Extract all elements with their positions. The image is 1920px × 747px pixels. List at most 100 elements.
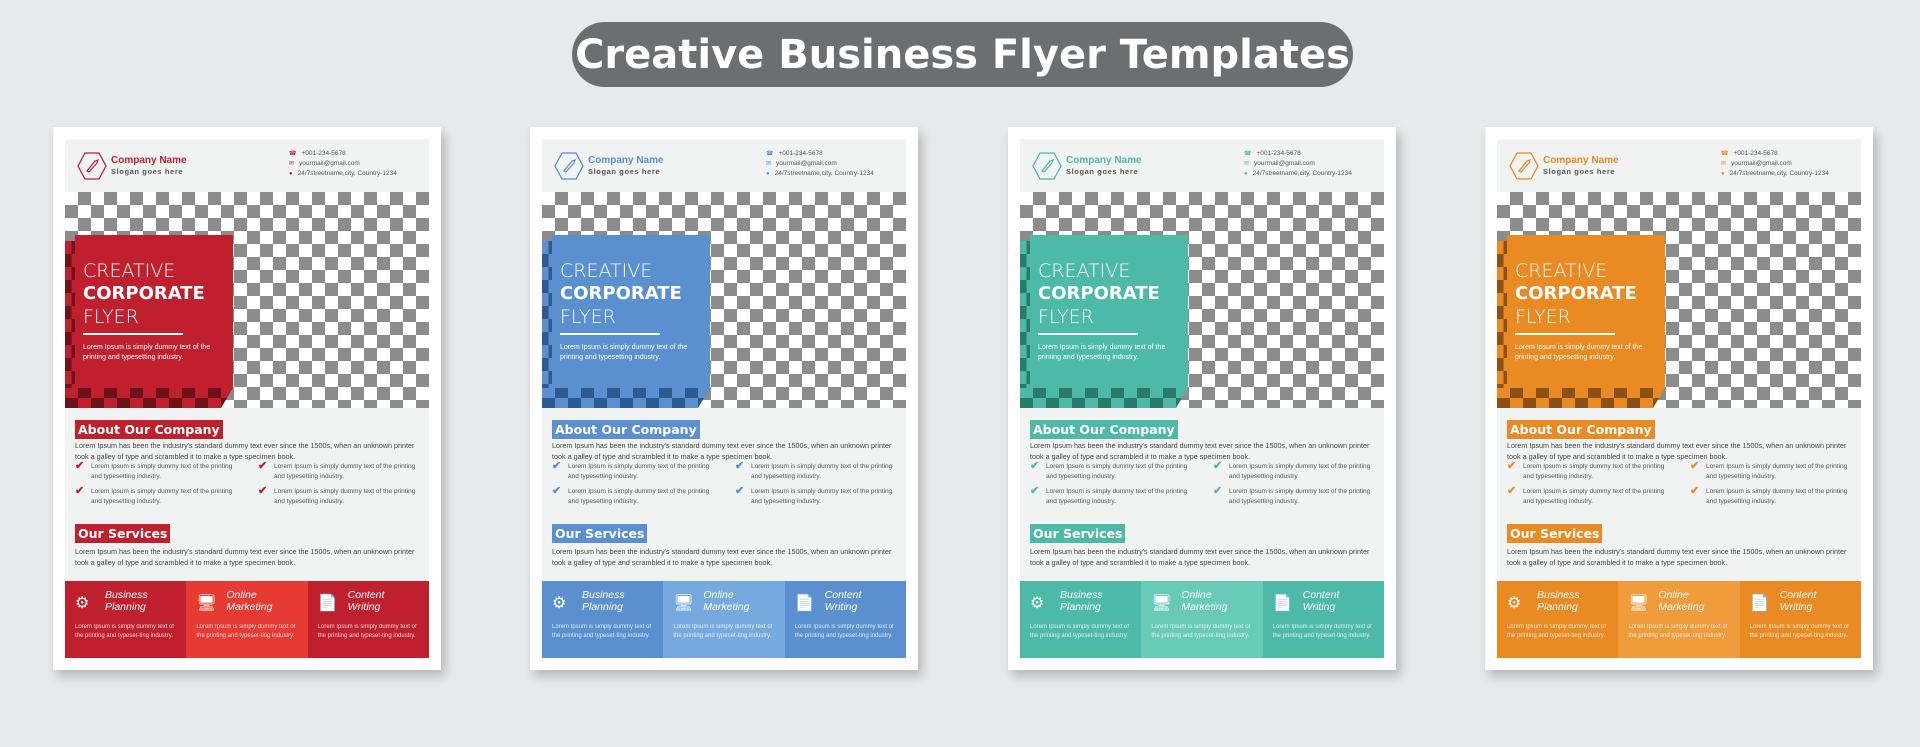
checker-strip [542, 241, 552, 408]
hero-box: CREATIVE CORPORATE FLYER Lorem Ipsum is … [65, 235, 233, 408]
flyer-panel: Company Name Slogan goes here ☎ +001-234-… [65, 139, 429, 658]
services-text: Lorem Ipsum has been the industry's stan… [75, 547, 415, 567]
hero-line-1: CREATIVE [1038, 260, 1131, 282]
checklist-item: ✔ Lorem Ipsum is simply dummy text of the… [735, 461, 896, 481]
online-marketing-icon: 🖥 [1628, 595, 1649, 612]
service-name: Online [226, 589, 257, 601]
hero-divider [1515, 333, 1615, 335]
check-icon: ✔ [552, 460, 562, 472]
check-icon: ✔ [1507, 485, 1517, 497]
online-marketing-icon: 🖥 [196, 595, 217, 612]
check-icon: ✔ [1030, 460, 1040, 472]
hero-line-1: CREATIVE [560, 260, 653, 282]
checklist-text: Lorem Ipsum is simply dummy text of the … [1523, 463, 1665, 480]
service-name: Marketing [703, 601, 750, 613]
service-desc: Lorem Ipsum is simply dummy text of the … [196, 624, 296, 639]
company-name: Company Name [111, 155, 187, 166]
checklist: ✔ Lorem Ipsum is simply dummy text of the… [1030, 460, 1374, 506]
hero-description: Lorem Ipsum is simply dummy text of the … [83, 344, 211, 361]
phone-icon: ☎ [1244, 151, 1252, 157]
location-icon: ● [766, 171, 770, 177]
services-heading: Our Services [1507, 524, 1603, 543]
about-text: Lorem Ipsum has been the industry's stan… [75, 441, 415, 461]
page-title-banner: Creative Business Flyer Templates [572, 22, 1353, 87]
services-strip: ⚙ Business Planning Lorem Ipsum is simply d… [1020, 581, 1384, 658]
checklist-item: ✔ Lorem Ipsum is simply dummy text of the… [735, 485, 896, 506]
content-writing-icon: 📄 [1272, 595, 1293, 612]
flyer-header: Company Name Slogan goes here ☎ +001-234-… [554, 149, 896, 189]
check-icon: ✔ [1690, 485, 1700, 497]
checklist-text: Lorem Ipsum is simply dummy text of the … [1229, 488, 1371, 505]
checker-bottom [1497, 388, 1665, 408]
flyer-header: Company Name Slogan goes here ☎ +001-234-… [1509, 149, 1851, 189]
services-text: Lorem Ipsum has been the industry's stan… [1030, 547, 1370, 567]
service-business-planning: ⚙ Business Planning Lorem Ipsum is simply d… [1497, 581, 1619, 658]
business-planning-icon: ⚙ [75, 595, 90, 612]
checklist-item: ✔ Lorem Ipsum is simply dummy text of the… [552, 460, 713, 481]
about-heading: About Our Company [552, 420, 700, 439]
service-name: Planning [582, 601, 623, 613]
check-icon: ✔ [735, 485, 745, 497]
check-icon: ✔ [1213, 485, 1223, 497]
hero-divider [1038, 333, 1138, 335]
checklist: ✔ Lorem Ipsum is simply dummy text of the… [552, 460, 896, 506]
checklist-item: ✔ Lorem Ipsum is simply dummy text of the… [75, 460, 236, 481]
location-icon: ● [1721, 171, 1725, 177]
service-business-planning: ⚙ Business Planning Lorem Ipsum is simply d… [1020, 581, 1142, 658]
service-name: Online [1658, 589, 1689, 601]
service-name: Writing [347, 601, 381, 613]
service-name: Planning [1060, 601, 1101, 613]
checklist-text: Lorem Ipsum is simply dummy text of the … [751, 488, 893, 505]
content-writing-icon: 📄 [317, 595, 338, 612]
check-icon: ✔ [258, 460, 268, 472]
service-desc: Lorem Ipsum is simply dummy text of the … [317, 624, 417, 639]
contact-info: ☎ +001-234-5678 ✉ yourmail@gmail.com ● 24/7… [289, 149, 419, 179]
online-marketing-icon: 🖥 [1151, 595, 1172, 612]
check-icon: ✔ [75, 460, 85, 472]
email-icon: ✉ [289, 161, 295, 167]
flyer-template-red[interactable]: Company Name Slogan goes here ☎ +001-234-… [53, 127, 441, 670]
hero-box: CREATIVE CORPORATE FLYER Lorem Ipsum is … [1020, 235, 1188, 408]
flyer-panel: Company Name Slogan goes here ☎ +001-234-… [542, 139, 906, 658]
checklist-item: ✔ Lorem Ipsum is simply dummy text of the… [1213, 461, 1374, 481]
service-name: Writing [1302, 601, 1336, 613]
service-name: Writing [824, 601, 858, 613]
about-heading: About Our Company [75, 420, 223, 439]
service-name: Online [703, 589, 734, 601]
checklist-text: Lorem Ipsum is simply dummy text of the … [1046, 463, 1188, 480]
service-online-marketing: 🖥 Online Marketing Lorem Ipsum is simply du… [663, 581, 785, 658]
checklist-text: Lorem Ipsum is simply dummy text of the … [1046, 488, 1188, 505]
phone-icon: ☎ [1721, 151, 1729, 157]
checklist-text: Lorem Ipsum is simply dummy text of the … [568, 463, 710, 480]
phone-icon: ☎ [289, 151, 297, 157]
email: yourmail@gmail.com [1254, 160, 1315, 167]
location-icon: ● [289, 171, 293, 177]
business-planning-icon: ⚙ [1507, 595, 1522, 612]
slogan: Slogan goes here [111, 167, 184, 176]
services-heading: Our Services [75, 524, 171, 543]
hero-line-3: FLYER [1038, 306, 1094, 328]
service-name: Business [105, 589, 148, 601]
flyer-template-teal[interactable]: Company Name Slogan goes here ☎ +001-234-… [1008, 127, 1396, 670]
checklist-item: ✔ Lorem Ipsum is simply dummy text of the… [1213, 485, 1374, 506]
contact-info: ☎ +001-234-5678 ✉ yourmail@gmail.com ● 24/7… [1721, 149, 1851, 179]
flyer-template-orange[interactable]: Company Name Slogan goes here ☎ +001-234-… [1485, 127, 1873, 670]
service-content-writing: 📄 Content Writing Lorem Ipsum is simply dum… [1739, 581, 1861, 658]
check-icon: ✔ [552, 485, 562, 497]
service-name: Online [1181, 589, 1212, 601]
flyer-panel: Company Name Slogan goes here ☎ +001-234-… [1497, 139, 1861, 658]
flyer-template-blue[interactable]: Company Name Slogan goes here ☎ +001-234-… [530, 127, 918, 670]
check-icon: ✔ [1690, 460, 1700, 472]
phone: +001-234-5678 [301, 150, 346, 157]
services-heading: Our Services [552, 524, 648, 543]
slogan: Slogan goes here [1543, 167, 1616, 176]
checklist-text: Lorem Ipsum is simply dummy text of the … [568, 488, 710, 505]
address: 24/7streetname,city, Country-1234 [297, 170, 397, 177]
hero-line-2: CORPORATE [1515, 283, 1637, 304]
service-business-planning: ⚙ Business Planning Lorem Ipsum is simply d… [65, 581, 187, 658]
checklist-text: Lorem Ipsum is simply dummy text of the … [274, 488, 416, 505]
service-content-writing: 📄 Content Writing Lorem Ipsum is simply dum… [1262, 581, 1384, 658]
check-icon: ✔ [1507, 460, 1517, 472]
checklist-item: ✔ Lorem Ipsum is simply dummy text of the… [1030, 460, 1191, 481]
services-text: Lorem Ipsum has been the industry's stan… [1507, 547, 1847, 567]
